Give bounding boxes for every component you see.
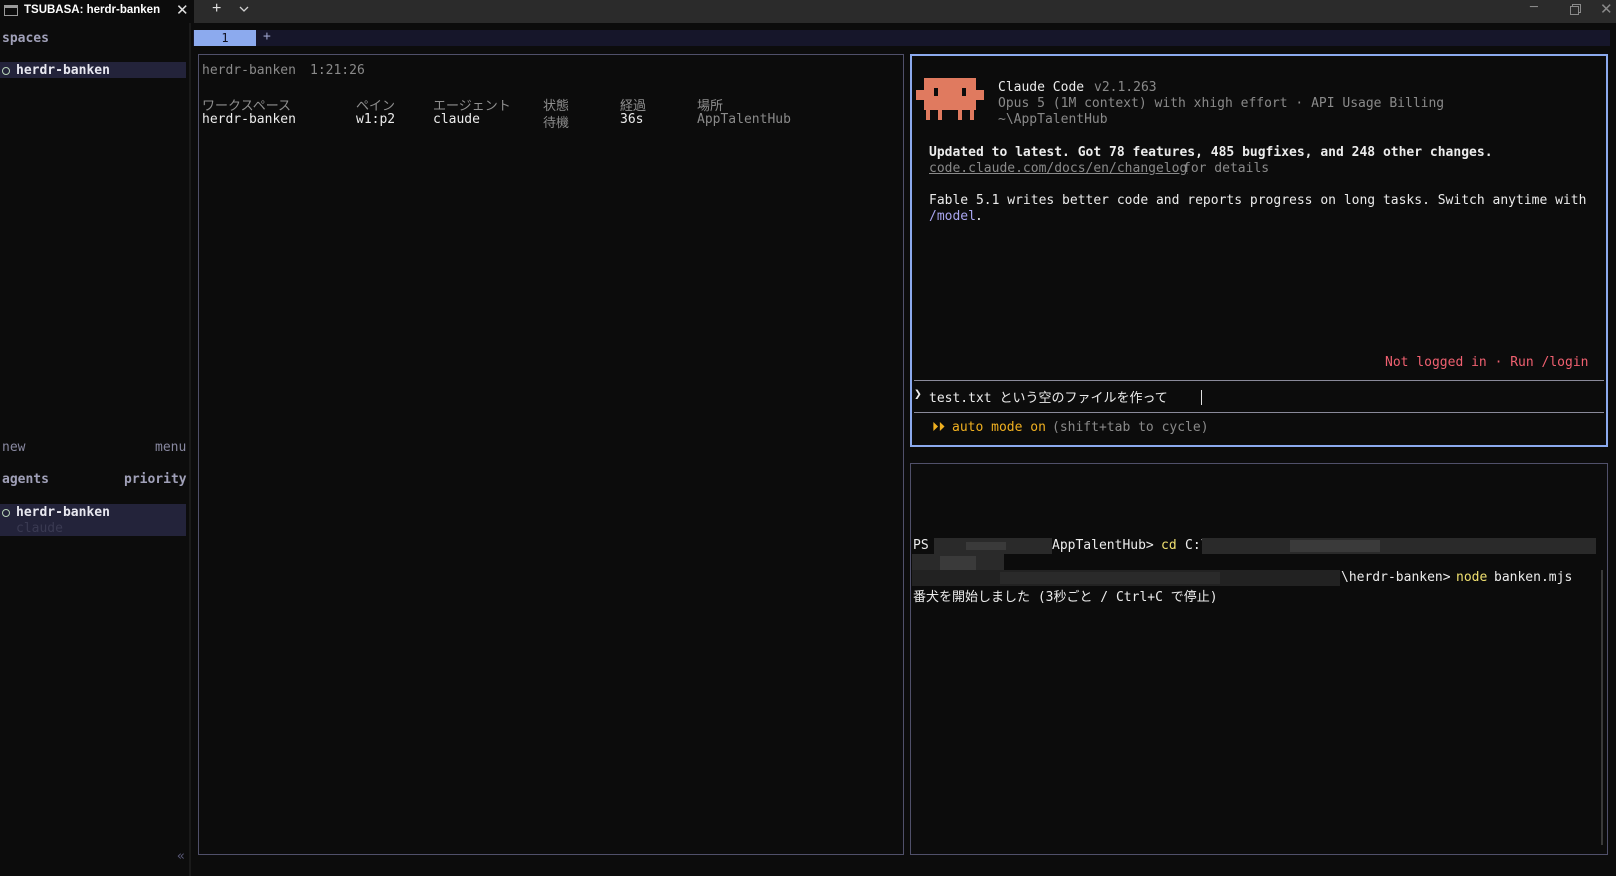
restore-button[interactable]: [1570, 4, 1581, 15]
close-window-button[interactable]: ✕: [1600, 0, 1613, 18]
agents-heading: agents: [2, 472, 49, 487]
row-agent: claude: [433, 112, 480, 127]
agent-item-label: herdr-banken: [16, 505, 110, 520]
overview-time: 1:21:26: [310, 63, 365, 78]
workspace-tab-bar: [193, 30, 1610, 46]
new-tab-button[interactable]: +: [212, 0, 221, 18]
claude-version: v2.1.263: [1094, 80, 1157, 95]
prompt-separator-bottom: [914, 412, 1604, 413]
new-space-button[interactable]: new: [2, 440, 25, 455]
prompt-input[interactable]: test.txt という空のファイルを作って: [929, 387, 1168, 406]
claude-model-line: Opus 5 (1M context) with xhigh effort · …: [998, 96, 1445, 111]
space-item-label: herdr-banken: [16, 63, 110, 78]
agent-status-icon: [2, 509, 10, 517]
row-elapsed: 36s: [620, 112, 644, 127]
tab-dropdown-button[interactable]: [236, 0, 256, 20]
agent-item-sublabel: claude: [16, 521, 63, 536]
redacted-path: [1202, 538, 1596, 554]
restore-icon: [1570, 4, 1581, 15]
claude-mascot-icon: [916, 78, 984, 120]
powershell-scrollbar[interactable]: [1601, 570, 1603, 845]
minimize-button[interactable]: ─: [1530, 0, 1538, 15]
priority-sort-button[interactable]: priority: [124, 472, 187, 487]
prompt-chevron-icon: ❯: [914, 387, 922, 402]
add-workspace-tab-button[interactable]: +: [263, 29, 271, 44]
overview-title: herdr-banken: [202, 63, 296, 78]
update-notice: Updated to latest. Got 78 features, 485 …: [929, 145, 1493, 160]
changelog-suffix: for details: [1183, 161, 1270, 176]
collapse-sidebar-button[interactable]: «: [177, 849, 185, 864]
auto-mode-hint: (shift+tab to cycle): [1052, 420, 1209, 435]
ps-output-line: 番犬を開始しました (3秒ごと / Ctrl+C で停止): [913, 590, 1218, 605]
row-pane: w1:p2: [356, 112, 396, 127]
redacted-path: [1290, 540, 1380, 552]
overview-pane[interactable]: [198, 54, 904, 855]
workspace-tab-1[interactable]: 1: [194, 30, 256, 46]
auto-mode-label: auto mode on: [952, 420, 1046, 435]
spaces-heading: spaces: [2, 31, 49, 46]
text-caret: [1201, 390, 1202, 405]
sidebar-divider: [189, 23, 191, 876]
menu-button[interactable]: menu: [155, 440, 186, 455]
login-notice: Not logged in · Run /login: [1385, 355, 1589, 370]
terminal-icon: [4, 5, 18, 16]
prompt-separator-top: [914, 380, 1604, 381]
ps-cmd-cd: cd: [1161, 538, 1177, 553]
changelog-link[interactable]: code.claude.com/docs/en/changelog: [929, 161, 1187, 176]
row-status: 待機: [543, 116, 570, 131]
fable-period: .: [975, 209, 983, 224]
redacted-path: [940, 556, 976, 570]
powershell-pane[interactable]: [910, 463, 1608, 855]
ps-path-tail-2: \herdr-banken>: [1341, 570, 1451, 585]
tab-title: TSUBASA: herdr-banken: [24, 4, 161, 16]
ps-cmd-node: node: [1456, 570, 1488, 585]
ps-path-tail: AppTalentHub>: [1052, 538, 1154, 553]
chevron-down-icon: [239, 6, 249, 12]
claude-cwd: ~\AppTalentHub: [998, 112, 1108, 127]
ps-prompt-prefix: PS: [913, 538, 929, 553]
title-bar: TSUBASA: herdr-banken ✕ + ─ ✕: [0, 0, 1616, 23]
row-workspace: herdr-banken: [202, 112, 296, 127]
model-command: /model: [929, 209, 976, 224]
ps-cmd-node-arg: banken.mjs: [1494, 570, 1573, 585]
space-status-icon: [2, 67, 10, 75]
redacted-path: [1000, 572, 1220, 584]
auto-mode-icon: ⏵⏵: [932, 420, 945, 435]
claude-app-name: Claude Code: [998, 80, 1085, 95]
row-location: AppTalentHub: [697, 112, 791, 127]
terminal-tab[interactable]: TSUBASA: herdr-banken ✕: [0, 0, 194, 23]
tab-close-icon[interactable]: ✕: [176, 1, 189, 19]
redacted-path: [966, 542, 1006, 550]
fable-notice: Fable 5.1 writes better code and reports…: [929, 193, 1587, 208]
